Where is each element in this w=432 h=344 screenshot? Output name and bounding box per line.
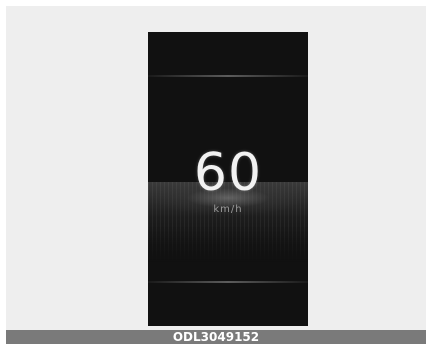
top-divider-line [148,75,308,77]
figure-caption: ODL3049152 [6,330,426,344]
speed-readout: 60 [193,143,263,203]
cluster-display: 60 km/h [148,32,308,326]
speed-unit-label: km/h [213,204,243,215]
figure-frame: 60 km/h [6,6,426,330]
bottom-divider-line [148,281,308,283]
